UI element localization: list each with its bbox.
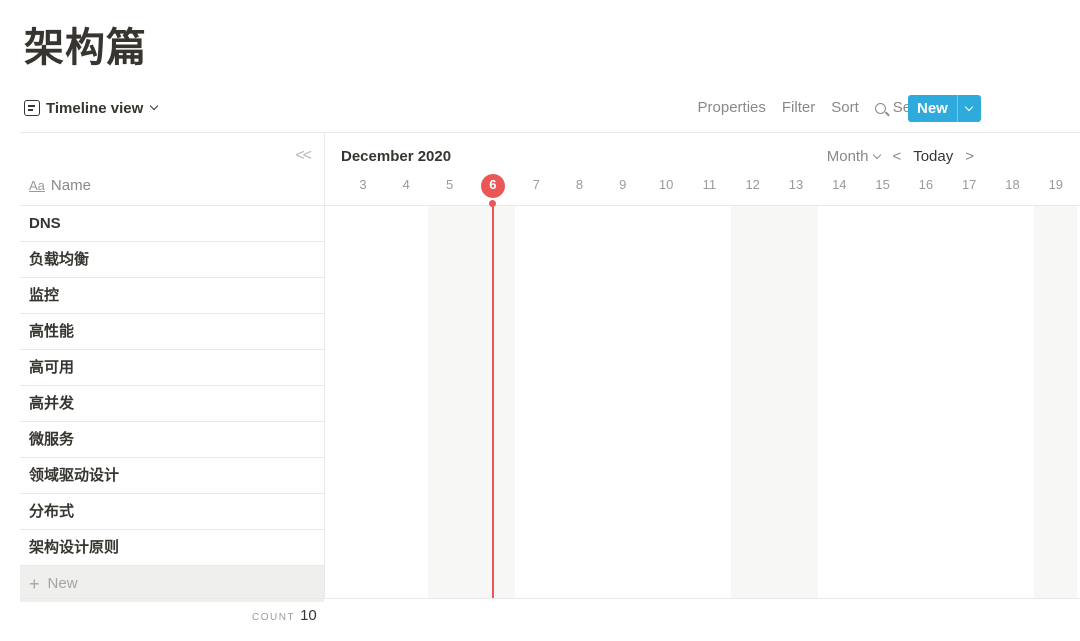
timeline-navigation: Month < Today > xyxy=(827,148,974,165)
name-column-label: Name xyxy=(50,177,91,194)
day-label: 5 xyxy=(445,177,454,192)
search-icon xyxy=(874,102,886,114)
add-row-label: New xyxy=(47,575,78,592)
table-rows: DNS 负载均衡 监控 高性能 高可用 高并发 微服务 领域驱动设计 分布式 架… xyxy=(20,205,324,602)
day-label: 19 xyxy=(1048,177,1064,192)
day-label: 18 xyxy=(1005,177,1020,192)
properties-button[interactable]: Properties xyxy=(690,95,774,121)
table-panel: << Aa Name DNS 负载均衡 监控 高性能 高可用 高并发 微服务 领… xyxy=(20,133,325,602)
table-row[interactable]: 高可用 xyxy=(20,350,324,386)
next-period-button[interactable]: > xyxy=(965,148,974,165)
today-button[interactable]: Today xyxy=(913,148,953,165)
day-label: 16 xyxy=(918,177,934,192)
previous-period-button[interactable]: < xyxy=(892,148,901,165)
day-label: 14 xyxy=(832,177,847,192)
day-label: 17 xyxy=(961,177,977,192)
table-row[interactable]: 分布式 xyxy=(20,494,324,530)
table-row[interactable]: 领域驱动设计 xyxy=(20,458,324,494)
day-label: 3 xyxy=(359,177,367,192)
day-label: 9 xyxy=(619,177,627,192)
collapse-table-button[interactable]: << xyxy=(295,147,312,165)
new-button-group: New xyxy=(908,95,981,122)
chevron-down-icon xyxy=(965,102,974,111)
count-label: COUNT xyxy=(252,612,296,623)
text-property-icon: Aa xyxy=(29,178,45,193)
view-switcher[interactable]: Timeline view xyxy=(24,96,159,120)
divider xyxy=(20,598,1080,599)
day-label: 10 xyxy=(658,177,674,192)
table-row[interactable]: 高性能 xyxy=(20,314,324,350)
weekend-column xyxy=(427,206,472,598)
scale-selector[interactable]: Month xyxy=(826,148,882,165)
table-row[interactable]: DNS xyxy=(20,206,324,242)
day-label: 13 xyxy=(788,177,804,192)
day-label: 7 xyxy=(532,177,540,192)
scale-label: Month xyxy=(826,148,869,165)
day-label: 12 xyxy=(745,177,760,192)
chevron-down-icon xyxy=(150,101,159,111)
table-row[interactable]: 监控 xyxy=(20,278,324,314)
sort-button[interactable]: Sort xyxy=(823,95,867,121)
weekend-column xyxy=(774,206,818,598)
new-dropdown-button[interactable] xyxy=(956,95,981,122)
timeline-month-label: December 2020 xyxy=(341,148,452,165)
day-label: 4 xyxy=(402,177,410,192)
timeline-view-icon xyxy=(24,100,40,116)
day-label: 15 xyxy=(875,177,890,192)
filter-button[interactable]: Filter xyxy=(774,95,823,121)
table-row[interactable]: 架构设计原则 xyxy=(20,530,324,566)
view-label: Timeline view xyxy=(46,99,144,117)
weekend-column xyxy=(731,206,775,598)
table-row[interactable]: 微服务 xyxy=(20,422,324,458)
count-value: 10 xyxy=(300,607,317,624)
table-row[interactable]: 负载均衡 xyxy=(20,242,324,278)
table-row[interactable]: 高并发 xyxy=(20,386,324,422)
page-title: 架构篇 xyxy=(24,26,147,70)
weekend-column xyxy=(1034,206,1078,598)
today-line xyxy=(492,203,494,598)
day-label: 11 xyxy=(702,177,717,192)
plus-icon: + xyxy=(29,574,40,594)
day-label: 6 xyxy=(489,177,497,192)
chevron-down-icon xyxy=(873,150,882,159)
new-button[interactable]: New xyxy=(908,95,957,122)
name-column-header[interactable]: Aa Name xyxy=(29,177,91,194)
add-row-button[interactable]: + New xyxy=(20,566,324,602)
timeline-panel: December 2020 Month < Today > 3 4 5 6 7 8 9 10 1… xyxy=(325,133,1080,598)
day-label: 8 xyxy=(575,177,584,192)
row-count[interactable]: COUNT 10 xyxy=(252,607,317,624)
